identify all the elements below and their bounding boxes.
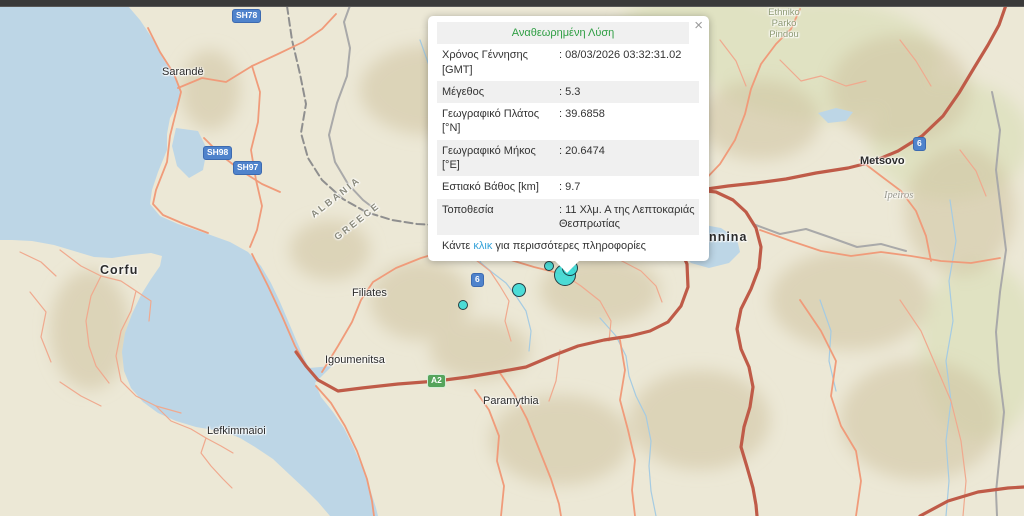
popup-footer: Κάντε κλικ για περισσότερες πληροφορίες (437, 235, 699, 253)
row-value: : 39.6858 (559, 107, 699, 136)
earthquake-event-circle[interactable] (512, 283, 526, 297)
more-info-link[interactable]: κλικ (473, 240, 492, 252)
table-row: Γεωγραφικό Μήκος [°E] : 20.6474 (437, 140, 699, 177)
row-value: : 5.3 (559, 85, 699, 99)
seismic-map-screen: Sarandë Corfu ALBANIA GREECE Filiates Ig… (0, 0, 1024, 516)
earthquake-event-circle[interactable] (544, 261, 554, 271)
top-bar (0, 0, 1024, 7)
footer-prefix: Κάντε (442, 240, 473, 252)
earthquake-info-popup: × Αναθεωρημένη Λύση Χρόνος Γέννησης [GMT… (428, 16, 709, 261)
row-label: Μέγεθος (437, 85, 559, 99)
row-value: : 20.6474 (559, 144, 699, 173)
row-label: Χρόνος Γέννησης [GMT] (437, 48, 559, 77)
earthquake-details-table: Αναθεωρημένη Λύση Χρόνος Γέννησης [GMT] … (437, 22, 699, 235)
table-row: Εστιακό Βάθος [km] : 9.7 (437, 176, 699, 198)
row-label: Γεωγραφικό Πλάτος [°N] (437, 107, 559, 136)
earthquake-event-circle[interactable] (458, 300, 468, 310)
table-row: Χρόνος Γέννησης [GMT] : 08/03/2026 03:32… (437, 44, 699, 81)
popup-title: Αναθεωρημένη Λύση (437, 22, 689, 44)
row-value: : 08/03/2026 03:32:31.02 (559, 48, 699, 77)
close-icon[interactable]: × (694, 18, 703, 33)
row-value: : 9.7 (559, 180, 699, 194)
footer-suffix: για περισσότερες πληροφορίες (492, 240, 646, 252)
row-label: Τοποθεσία (437, 203, 559, 232)
table-row: Τοποθεσία : 11 Χλμ. Α της Λεπτοκαριάς Θε… (437, 199, 699, 236)
row-label: Γεωγραφικό Μήκος [°E] (437, 144, 559, 173)
row-value: : 11 Χλμ. Α της Λεπτοκαριάς Θεσπρωτίας (559, 203, 699, 232)
table-row: Γεωγραφικό Πλάτος [°N] : 39.6858 (437, 103, 699, 140)
row-label: Εστιακό Βάθος [km] (437, 180, 559, 194)
table-row: Μέγεθος : 5.3 (437, 81, 699, 103)
